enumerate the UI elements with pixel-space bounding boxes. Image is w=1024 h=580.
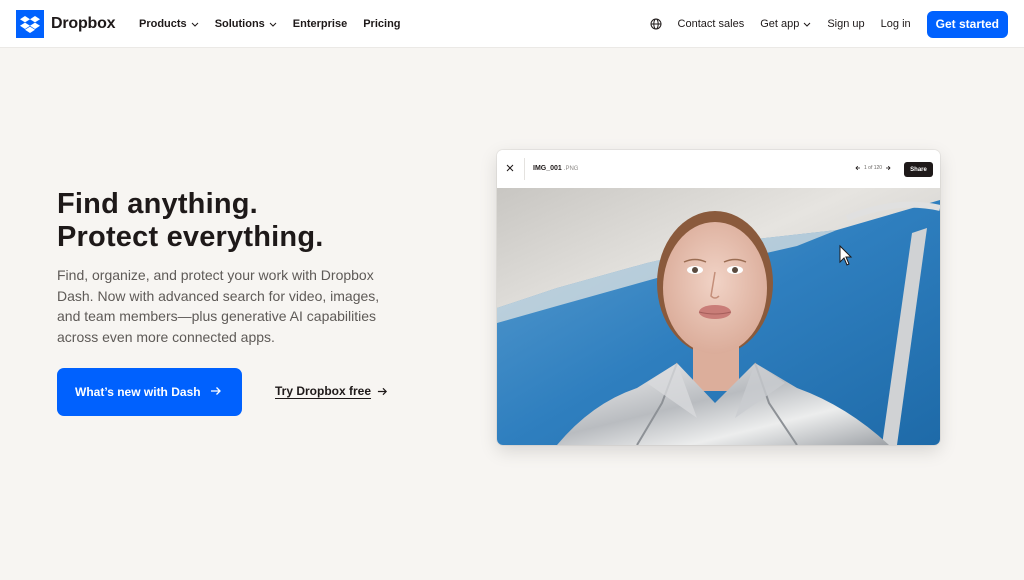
nav-pricing[interactable]: Pricing — [363, 18, 400, 30]
nav-solutions-label: Solutions — [214, 18, 265, 30]
brand-name: Dropbox — [51, 15, 116, 32]
arrow-right-icon — [211, 387, 221, 395]
hero-title: Find anything. Protect everything. — [57, 188, 457, 254]
log-in-link[interactable]: Log in — [881, 18, 911, 30]
nav-enterprise-label: Enterprise — [292, 18, 348, 30]
chevron-down-icon — [269, 22, 277, 27]
nav-products[interactable]: Products — [139, 18, 199, 30]
whats-new-button-label: What’s new with Dash — [75, 385, 201, 399]
chevron-down-icon — [191, 22, 199, 27]
top-navigation-bar: Dropbox Products Solutions Enterprise Pr… — [0, 0, 1024, 48]
nav-products-label: Products — [139, 18, 187, 30]
hero-title-line-1: Find anything. — [57, 188, 258, 220]
secondary-nav: Contact sales Get app Sign up Log in Get… — [650, 0, 1008, 48]
preview-toolbar: IMG_001 .PNG 1 of 120 Share — [497, 150, 940, 188]
try-dropbox-free-label: Try Dropbox free — [275, 384, 372, 398]
arrow-left-icon[interactable] — [855, 165, 861, 171]
arrow-right-icon — [377, 387, 388, 395]
hero-title-line-2: Protect everything. — [57, 221, 324, 253]
preview-photo — [497, 188, 940, 445]
file-preview-card: IMG_001 .PNG 1 of 120 Share — [497, 150, 940, 445]
file-extension: .PNG — [563, 166, 579, 172]
arrow-right-icon[interactable] — [885, 165, 891, 171]
get-app-menu[interactable]: Get app — [760, 18, 811, 30]
dropbox-logo-icon — [16, 10, 44, 38]
close-icon[interactable] — [506, 164, 514, 172]
try-dropbox-free-link[interactable]: Try Dropbox free — [275, 384, 388, 398]
whats-new-with-dash-button[interactable]: What’s new with Dash — [57, 368, 242, 416]
nav-pricing-label: Pricing — [363, 18, 401, 30]
hero-description: Find, organize, and protect your work wi… — [57, 267, 380, 345]
file-name: IMG_001 .PNG — [533, 165, 578, 172]
nav-enterprise[interactable]: Enterprise — [293, 18, 347, 30]
contact-sales-link[interactable]: Contact sales — [678, 18, 745, 30]
chevron-down-icon — [803, 22, 811, 27]
globe-icon[interactable] — [650, 18, 662, 30]
primary-nav: Products Solutions Enterprise Pricing — [139, 0, 417, 48]
get-app-label: Get app — [760, 18, 800, 30]
sign-up-link[interactable]: Sign up — [827, 18, 864, 30]
dropbox-logo[interactable]: Dropbox — [16, 10, 116, 38]
toolbar-divider — [524, 158, 525, 180]
file-name-text: IMG_001 — [533, 165, 562, 172]
share-button[interactable]: Share — [904, 162, 933, 177]
nav-solutions[interactable]: Solutions — [215, 18, 277, 30]
pager-count: 1 of 120 — [864, 165, 883, 171]
image-pager: 1 of 120 — [855, 165, 891, 171]
get-started-button[interactable]: Get started — [926, 10, 1008, 38]
